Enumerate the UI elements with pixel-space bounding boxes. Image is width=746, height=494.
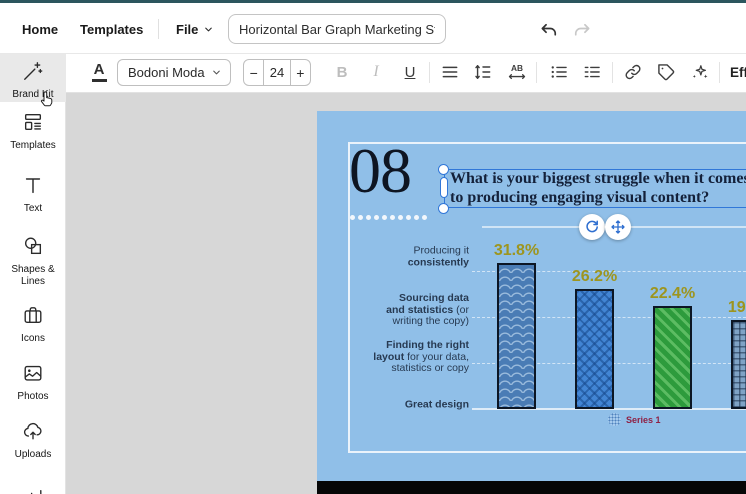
selection-handle-top[interactable] (438, 164, 449, 175)
sidebar-item-label: Photos (0, 391, 66, 403)
sidebar-item-icons[interactable]: Icons (0, 304, 66, 345)
chevron-down-icon (203, 24, 214, 35)
link-icon[interactable] (622, 61, 644, 83)
line-spacing-icon[interactable] (472, 61, 494, 83)
bar-chart-icon (22, 481, 44, 494)
chart-bar[interactable] (653, 306, 692, 409)
bullet-list-icon[interactable] (548, 61, 570, 83)
chart-bar[interactable] (497, 263, 536, 409)
font-size-increase-button[interactable]: + (291, 60, 310, 85)
redo-icon[interactable] (572, 21, 592, 41)
sidebar-item-photos[interactable]: Photos (0, 362, 66, 403)
letter-spacing-icon[interactable]: AB (506, 61, 528, 83)
underline-button[interactable]: U (398, 60, 422, 84)
sidebar-item-label: Uploads (0, 449, 66, 461)
italic-button[interactable]: I (364, 60, 388, 84)
sidebar-item-brand-kit[interactable]: Brand Kit (0, 54, 66, 102)
text-align-icon[interactable] (439, 61, 461, 83)
sidebar-item-label: Icons (0, 333, 66, 345)
mouse-cursor-hand-icon (38, 90, 56, 108)
legend-label: Series 1 (626, 415, 661, 425)
toolbar-separator (429, 62, 430, 83)
category-label[interactable]: Finding the rightlayout for your data,st… (373, 340, 469, 375)
bar-value-label: 26.2% (572, 268, 617, 286)
svg-text:AB: AB (511, 63, 523, 73)
file-menu-label: File (176, 22, 198, 37)
sidebar-item-uploads[interactable]: Uploads (0, 420, 66, 461)
header-divider (158, 19, 159, 39)
template-grid-icon (22, 111, 44, 133)
toolbar-separator (536, 62, 537, 83)
font-size-stepper: − 24 + (243, 59, 311, 86)
page-bottom-shadow (317, 481, 746, 494)
toolbar-separator (719, 62, 720, 83)
move-handle[interactable] (605, 214, 631, 240)
chart-bar[interactable] (731, 320, 746, 409)
sparkles-icon[interactable] (689, 61, 711, 83)
header: Home Templates File (0, 3, 746, 54)
bar-value-label: 19.3% (728, 299, 746, 317)
font-size-decrease-button[interactable]: − (244, 60, 263, 85)
font-family-select[interactable]: Bodoni Moda (117, 59, 231, 86)
bar-value-label: 31.8% (494, 242, 539, 260)
sidebar-item-label: Shapes & Lines (8, 264, 58, 288)
cloud-upload-icon (22, 420, 44, 442)
sidebar: Brand Kit Templates Text Shapes & Lines … (0, 54, 66, 494)
category-label[interactable]: Great design (405, 399, 469, 411)
font-color-swatch (92, 79, 107, 82)
design-canvas[interactable]: 08 What is your biggest struggle when it… (317, 111, 746, 481)
sidebar-item-label: Templates (0, 140, 66, 152)
file-menu[interactable]: File (176, 22, 214, 37)
sidebar-item-text[interactable]: Text (0, 174, 66, 215)
workspace: 08 What is your biggest struggle when it… (66, 93, 746, 494)
legend-swatch-icon (608, 413, 621, 426)
chevron-down-icon (211, 67, 222, 78)
font-color-label: A (94, 62, 105, 77)
sidebar-item-shapes-lines[interactable]: Shapes & Lines (0, 235, 66, 288)
bold-button[interactable]: B (330, 60, 354, 84)
chart-legend[interactable]: Series 1 (608, 413, 661, 426)
category-label[interactable]: Producing itconsistently (408, 246, 469, 269)
rotate-handle[interactable] (579, 214, 605, 240)
font-size-value[interactable]: 24 (263, 60, 290, 85)
briefcase-icon (22, 304, 44, 326)
sidebar-item-templates[interactable]: Templates (0, 111, 66, 152)
font-color-button[interactable]: A (86, 58, 112, 86)
document-title-input[interactable] (228, 14, 446, 44)
wand-icon (22, 60, 44, 82)
toolbar-separator (612, 62, 613, 83)
text-icon (22, 174, 44, 196)
undo-icon[interactable] (539, 21, 559, 41)
home-link[interactable]: Home (22, 22, 58, 37)
sidebar-item-label: Brand Kit (0, 89, 66, 101)
effects-button[interactable]: Effects (730, 65, 746, 80)
chart-bar[interactable] (575, 289, 614, 409)
shapes-icon (22, 235, 44, 257)
selection-handle-side[interactable] (440, 177, 448, 198)
sidebar-item-charts[interactable]: Charts (0, 481, 66, 494)
app-window: Home Templates File A Bodoni Moda (0, 0, 746, 494)
text-toolbar: A Bodoni Moda − 24 + B I U AB (66, 54, 746, 93)
photo-icon (22, 362, 44, 384)
bar-value-label: 22.4% (650, 285, 695, 303)
category-label[interactable]: Sourcing dataand statistics (orwriting t… (386, 293, 469, 328)
font-family-value: Bodoni Moda (128, 65, 205, 80)
templates-link[interactable]: Templates (80, 22, 143, 37)
bar-chart[interactable]: 31.8% 26.2% 22.4% 19.3% Producing itconsiste… (317, 111, 746, 481)
sidebar-item-label: Text (0, 203, 66, 215)
numbered-list-icon[interactable] (581, 61, 603, 83)
selection-handle-bottom[interactable] (438, 203, 449, 214)
tag-icon[interactable] (655, 61, 677, 83)
